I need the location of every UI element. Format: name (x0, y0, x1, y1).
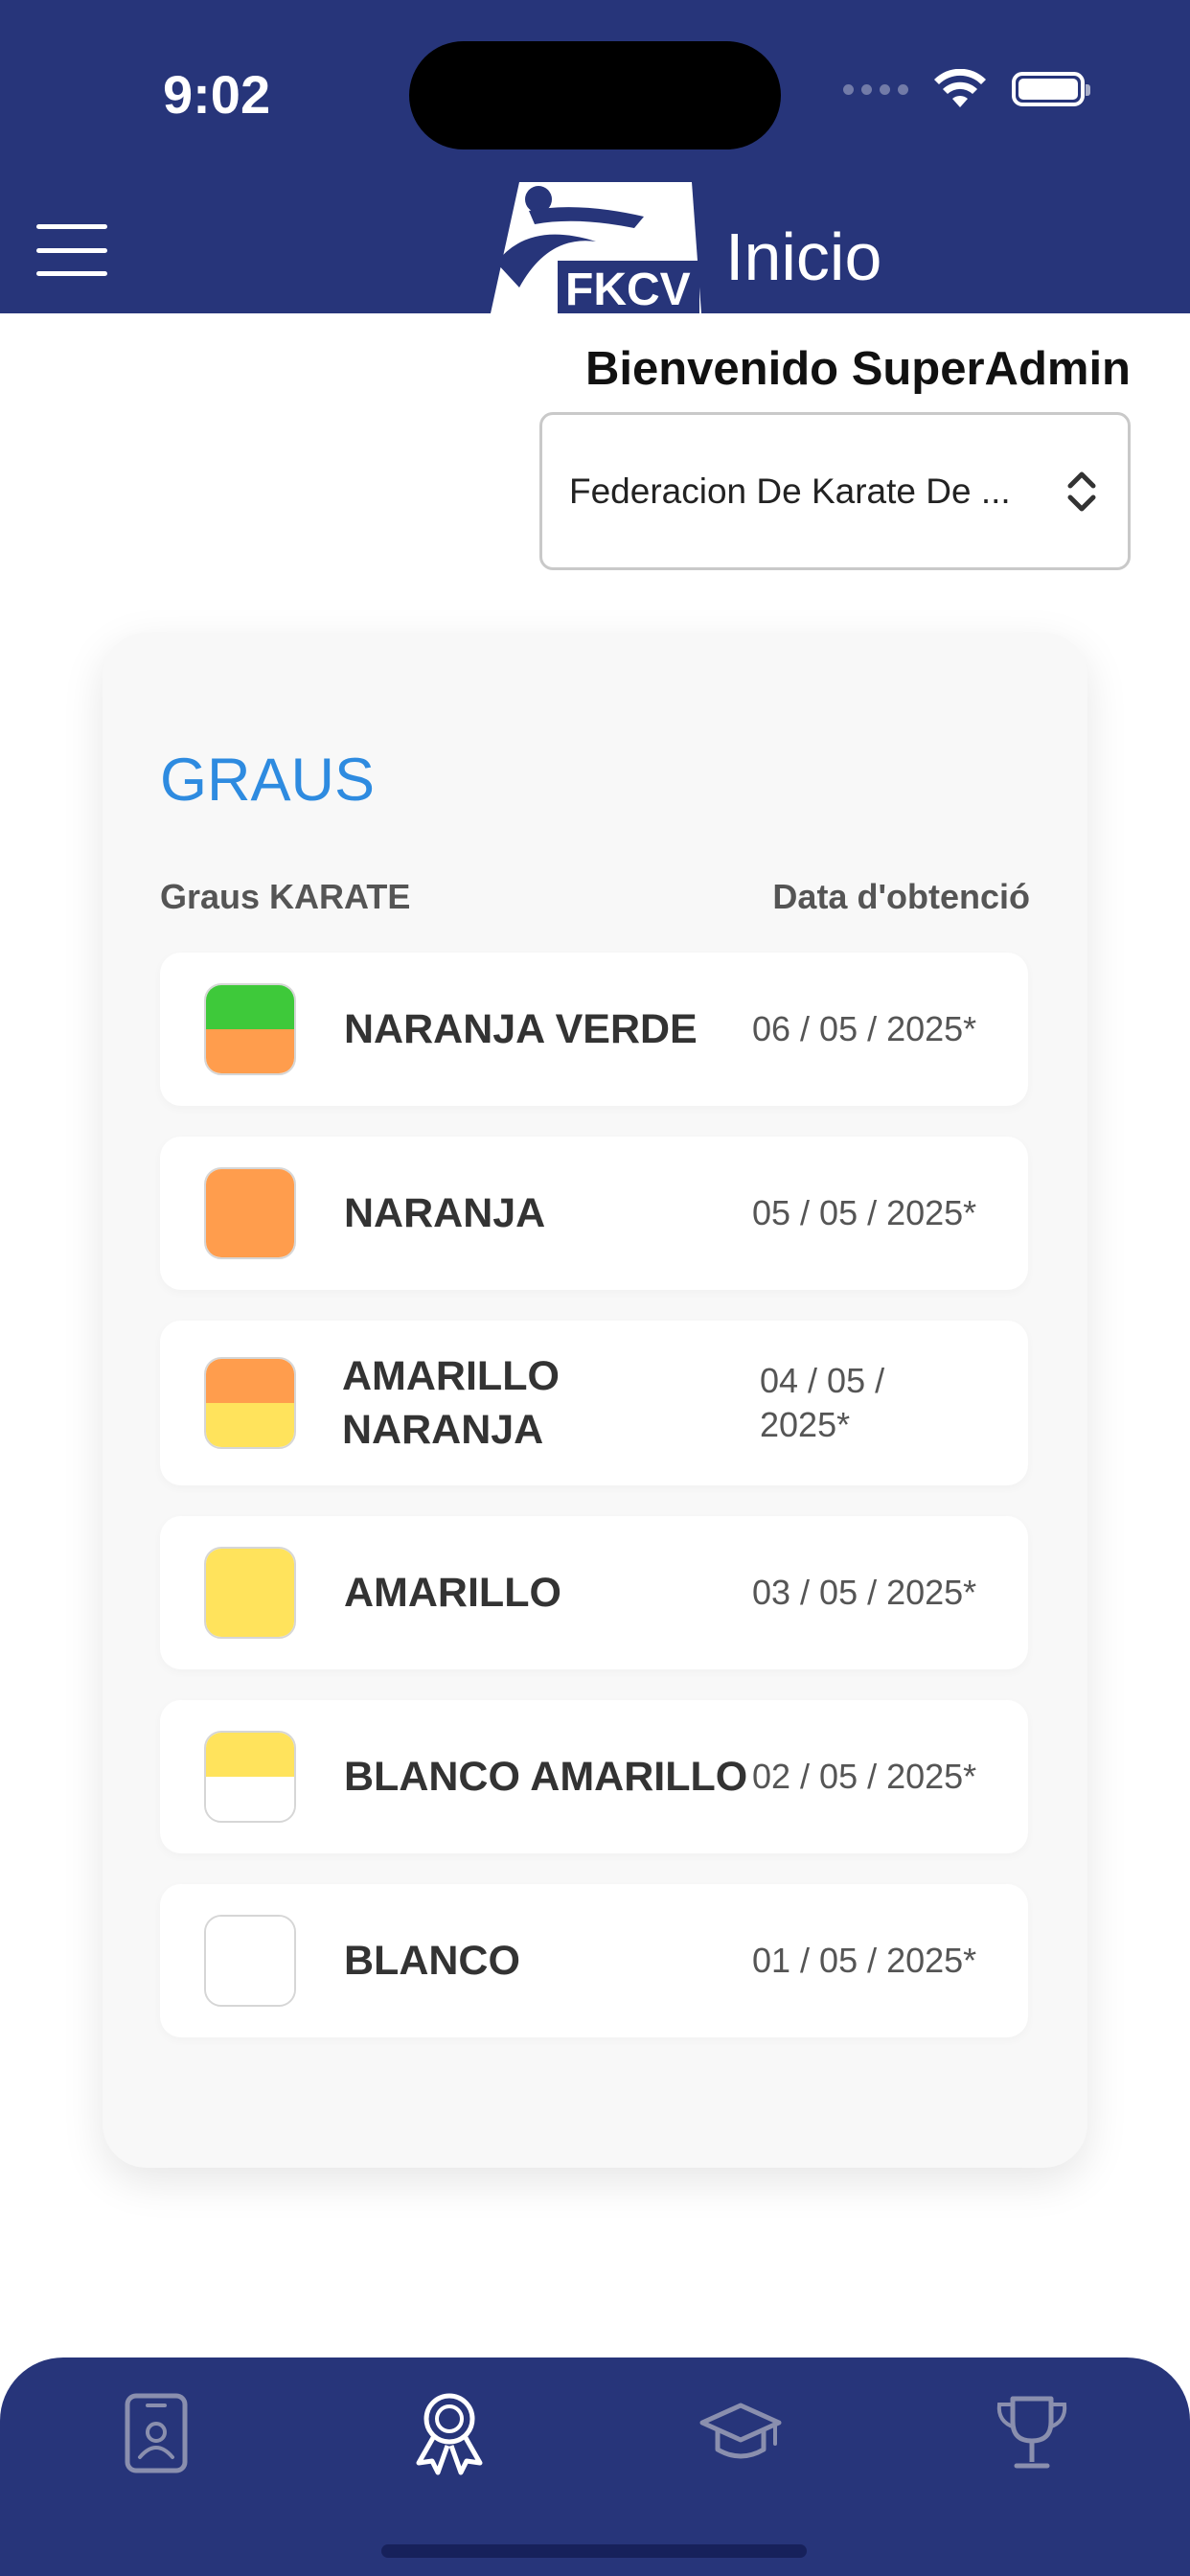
date-column-header: Data d'obtenció (772, 877, 1030, 916)
grade-row[interactable]: BLANCO 01 / 05 / 2025* (160, 1884, 1028, 2037)
belt-swatch-icon (204, 1547, 296, 1639)
trophy-icon (996, 2396, 1067, 2469)
grade-date: 02 / 05 / 2025* (752, 1757, 977, 1796)
battery-icon (1012, 72, 1090, 106)
grade-name: NARANJA VERDE (344, 1006, 698, 1052)
grades-title: GRAUS (160, 747, 376, 814)
grade-row[interactable]: AMARILLO NARANJA 04 / 05 / 2025* (160, 1321, 1028, 1485)
grade-column-header: Graus KARATE (160, 877, 411, 916)
grade-row[interactable]: BLANCO AMARILLO 02 / 05 / 2025* (160, 1700, 1028, 1853)
welcome-text: Bienvenido SuperAdmin (584, 343, 1131, 395)
grade-name: AMARILLO NARANJA (342, 1353, 560, 1453)
tab-profile[interactable] (103, 2380, 209, 2486)
home-indicator (381, 2544, 807, 2558)
federation-select-value: Federacion De Karate De ... (569, 471, 1011, 511)
grade-name: BLANCO (344, 1938, 520, 1984)
grade-name: NARANJA (344, 1190, 546, 1236)
grade-row[interactable]: NARANJA 05 / 05 / 2025* (160, 1137, 1028, 1290)
cellular-signal-icon (843, 83, 908, 95)
grade-name: BLANCO AMARILLO (344, 1754, 748, 1800)
belt-swatch-icon (204, 1167, 296, 1259)
graduation-cap-icon (699, 2403, 782, 2459)
belt-swatch-icon (204, 983, 296, 1075)
dynamic-island (409, 41, 781, 150)
tab-courses[interactable] (688, 2380, 793, 2486)
belt-swatch-icon (204, 1731, 296, 1823)
grade-date: 06 / 05 / 2025* (752, 1009, 977, 1048)
federation-select[interactable]: Federacion De Karate De ... (539, 412, 1131, 570)
grade-date: 05 / 05 / 2025* (752, 1193, 977, 1232)
fkcv-logo: FKCV (491, 182, 701, 313)
status-icons (843, 69, 1090, 109)
grade-date: 03 / 05 / 2025* (752, 1573, 977, 1612)
id-card-icon (125, 2393, 188, 2473)
grade-row[interactable]: AMARILLO 03 / 05 / 2025* (160, 1516, 1028, 1669)
grade-name: AMARILLO (344, 1570, 561, 1616)
wifi-icon (934, 69, 986, 107)
chevron-up-down-icon (1067, 472, 1096, 511)
status-time: 9:02 (163, 64, 271, 125)
belt-swatch-icon (204, 1357, 296, 1449)
app-header: 9:02 FKCV Inicio (0, 0, 1190, 313)
belt-swatch-icon (204, 1915, 296, 2007)
award-ribbon-icon (416, 2393, 483, 2475)
logo-text: FKCV (565, 264, 691, 313)
grade-row[interactable]: NARANJA VERDE 06 / 05 / 2025* (160, 953, 1028, 1106)
bottom-tab-bar (0, 2358, 1190, 2576)
grades-card: GRAUS Graus KARATE Data d'obtenció NARAN… (103, 632, 1087, 2168)
tab-grades[interactable] (397, 2380, 502, 2486)
grade-date: 01 / 05 / 2025* (752, 1941, 977, 1980)
tab-competitions[interactable] (979, 2380, 1085, 2486)
grade-date: 04 / 05 / 2025* (760, 1361, 885, 1444)
hamburger-menu-button[interactable] (36, 224, 107, 276)
page-title: Inicio (725, 219, 882, 294)
